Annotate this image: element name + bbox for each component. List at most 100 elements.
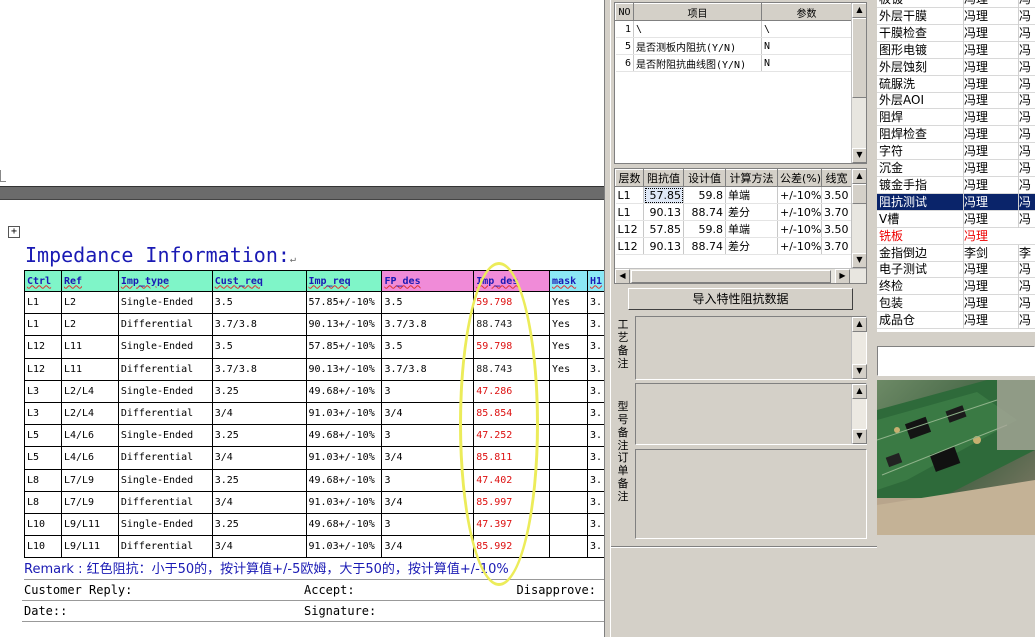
params-header-no[interactable]: NO [615,3,634,21]
cell-cust-req[interactable]: 3.25 [211,512,307,537]
cell-imp-type[interactable]: Single-Ended [117,379,213,403]
cell-fp-des[interactable]: 3.7/3.8 [381,313,475,337]
scroll-thumb[interactable] [631,270,831,283]
cell-fp-des[interactable]: 3 [381,424,475,448]
process-note-scrollbar[interactable]: ▲ ▼ [851,317,867,379]
scroll-down-icon[interactable]: ▼ [852,253,866,268]
process-note-box[interactable]: ▲ ▼ [635,316,867,380]
cell-imp-type[interactable]: Differential [117,490,213,514]
cell-h1[interactable]: 3. [586,512,606,537]
cell-imp-des[interactable]: 85.997 [473,490,551,514]
cell-ctrl[interactable]: L1 [24,290,62,315]
cell-fp-des[interactable]: 3.5 [381,290,475,315]
cell-cust-req[interactable]: 3.25 [211,379,307,403]
cell-imp-req[interactable]: 49.68+/-10% [305,512,383,537]
params-row[interactable]: 5 是否测板内阻抗(Y/N) N [615,37,852,55]
params-header-item[interactable]: 项目 [633,3,762,21]
scroll-up-icon[interactable]: ▲ [852,317,867,332]
scroll-down-icon[interactable]: ▼ [852,148,866,163]
cell-h1[interactable]: 3. [586,446,606,470]
cell-ref[interactable]: L2 [60,313,119,337]
right-text-field[interactable] [877,346,1035,376]
params-cell-param[interactable]: N [761,54,852,72]
process-list-item[interactable]: 图形电镀 冯理冯 [877,41,1035,59]
process-list-item[interactable]: 阻抗测试 冯理冯 [877,193,1035,211]
cell-imp-req[interactable]: 91.03+/-10% [305,401,383,426]
cell-cust-req[interactable]: 3.25 [211,424,307,448]
params-cell-no[interactable]: 5 [615,37,634,55]
process-list-item[interactable]: 铣板 冯理 [877,227,1035,245]
cell-mask[interactable] [549,535,588,559]
cell-h1[interactable]: 3. [586,379,606,403]
cell-fp-des[interactable]: 3/4 [381,535,475,559]
process-list-item[interactable]: 终检 冯理冯 [877,278,1035,296]
process-list[interactable]: 板镀冯理冯外层干膜冯理冯干膜检查冯理冯图形电镀冯理冯外层蚀刻冯理冯硫脲洗冯理冯外… [877,0,1035,332]
cell-imp-des[interactable]: 88.743 [473,313,551,337]
cell-ctrl[interactable]: L10 [24,512,62,537]
imp-grid-cell-design[interactable]: 88.74 [683,203,726,221]
cell-imp-req[interactable]: 57.85+/-10% [305,335,383,359]
pane-splitter[interactable] [604,0,611,637]
imp-grid-cell-layer[interactable]: L12 [615,237,644,255]
scroll-left-icon[interactable]: ◀ [615,269,630,283]
imp-grid-cell-method[interactable]: 单端 [725,186,778,204]
cell-imp-des[interactable]: 88.743 [473,357,551,381]
model-note-scrollbar[interactable]: ▲ ▼ [851,384,867,444]
cell-fp-des[interactable]: 3 [381,468,475,492]
cell-cust-req[interactable]: 3.7/3.8 [211,357,307,381]
import-impedance-data-button[interactable]: 导入特性阻抗数据 [628,288,853,310]
cell-imp-req[interactable]: 49.68+/-10% [305,424,383,448]
cell-imp-req[interactable]: 90.13+/-10% [305,357,383,381]
cell-mask[interactable] [549,446,588,470]
cell-imp-type[interactable]: Differential [117,401,213,426]
imp-grid-cell-value[interactable]: 57.85 [643,186,684,204]
imp-grid-cell-value[interactable]: 57.85 [643,220,684,238]
process-list-item[interactable]: 成品仓 冯理冯 [877,312,1035,330]
cell-imp-req[interactable]: 91.03+/-10% [305,535,383,559]
params-cell-item[interactable]: \ [633,20,762,38]
cell-mask[interactable]: Yes [549,313,588,337]
cell-ref[interactable]: L2/L4 [60,401,119,426]
scroll-up-icon[interactable]: ▲ [852,3,866,18]
cell-ref[interactable]: L2 [60,290,119,315]
imp-grid-cell-linewidth[interactable]: 3.50 [821,186,852,204]
imp-grid-cell-value[interactable]: 90.13 [643,203,684,221]
imp-grid-cell-linewidth[interactable]: 3.50 [821,220,852,238]
params-row[interactable]: 1 \ \ [615,20,852,38]
cell-ref[interactable]: L7/L9 [60,468,119,492]
cell-imp-type[interactable]: Single-Ended [117,335,213,359]
cell-imp-des[interactable]: 47.286 [473,379,551,403]
imp-grid-cell-tolerance[interactable]: +/-10% [777,220,822,238]
cell-ref[interactable]: L11 [60,335,119,359]
process-list-item[interactable]: 电子测试 冯理冯 [877,261,1035,279]
scroll-thumb[interactable] [852,184,866,204]
imp-grid-cell-tolerance[interactable]: +/-10% [777,203,822,221]
process-list-item[interactable]: 镀金手指 冯理冯 [877,176,1035,194]
imp-grid-cell-method[interactable]: 差分 [725,203,778,221]
cell-imp-type[interactable]: Differential [117,535,213,559]
process-list-item[interactable]: 板镀冯理冯 [877,0,1035,8]
cell-ctrl[interactable]: L12 [24,357,62,381]
process-list-item[interactable]: 干膜检查 冯理冯 [877,24,1035,42]
imp-grid-cell-tolerance[interactable]: +/-10% [777,186,822,204]
imp-grid-header-tolerance[interactable]: 公差(%) [777,169,822,187]
impedance-grid-row[interactable]: L12 57.85 59.8 单端 +/-10% 3.50 [615,220,852,238]
params-cell-no[interactable]: 6 [615,54,634,72]
cell-ref[interactable]: L4/L6 [60,424,119,448]
imp-grid-cell-method[interactable]: 差分 [725,237,778,255]
cell-cust-req[interactable]: 3.25 [211,468,307,492]
cell-imp-des[interactable]: 59.798 [473,335,551,359]
cell-imp-req[interactable]: 91.03+/-10% [305,490,383,514]
imp-grid-header-method[interactable]: 计算方法 [725,169,778,187]
cell-h1[interactable]: 3. [586,468,606,492]
process-list-item[interactable]: 金指倒边 李剑李 [877,244,1035,262]
cell-ref[interactable]: L2/L4 [60,379,119,403]
process-list-item[interactable]: 硫脲洗 冯理冯 [877,75,1035,93]
imp-grid-header-linewidth[interactable]: 线宽 [821,169,852,187]
process-list-item[interactable]: 字符 冯理冯 [877,143,1035,161]
cell-ctrl[interactable]: L3 [24,401,62,426]
imp-grid-header-value[interactable]: 阻抗值 [643,169,684,187]
scroll-down-icon[interactable]: ▼ [852,429,867,444]
cell-mask[interactable]: Yes [549,290,588,315]
cell-imp-type[interactable]: Differential [117,313,213,337]
